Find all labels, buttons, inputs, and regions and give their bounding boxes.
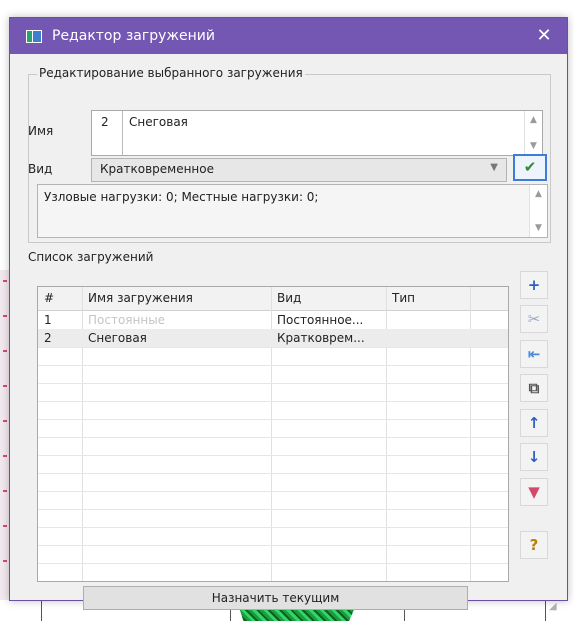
move-up-icon: ↑ bbox=[527, 414, 541, 432]
name-value: Снеговая bbox=[129, 115, 188, 129]
apply-check-button[interactable]: ✔ bbox=[513, 154, 547, 181]
load-info-text: Узловые нагрузки: 0; Местные нагрузки: 0… bbox=[44, 190, 319, 204]
info-scrollbar[interactable]: ▲ ▼ bbox=[529, 185, 547, 237]
scroll-down-icon[interactable]: ▼ bbox=[525, 139, 542, 153]
insert-row-icon: ⇤ bbox=[527, 345, 541, 363]
name-field[interactable]: 2 Снеговая ▲ ▼ bbox=[91, 110, 543, 156]
name-separator bbox=[122, 111, 123, 155]
type-selected-value: Кратковременное bbox=[100, 162, 214, 176]
cut-load-button[interactable]: ✂ bbox=[520, 305, 548, 333]
chevron-down-icon: ▼ bbox=[490, 162, 498, 173]
row-type bbox=[392, 311, 477, 329]
type-label: Вид bbox=[28, 162, 53, 176]
row-divider bbox=[38, 437, 508, 438]
name-number: 2 bbox=[101, 115, 109, 129]
load-info-box: Узловые нагрузки: 0; Местные нагрузки: 0… bbox=[37, 184, 548, 238]
row-divider bbox=[38, 563, 508, 564]
type-dropdown[interactable]: Кратковременное ▼ bbox=[91, 158, 507, 182]
copy-icon: ⧉ bbox=[528, 379, 540, 397]
table-row-selected[interactable]: 2 Снеговая Кратковрем... bbox=[38, 329, 508, 347]
row-kind: Кратковрем... bbox=[277, 331, 365, 345]
cut-icon: ✂ bbox=[527, 310, 541, 328]
help-icon: ? bbox=[529, 536, 539, 554]
resize-grip-icon[interactable]: ◢ bbox=[549, 601, 557, 612]
move-down-icon: ↓ bbox=[527, 448, 541, 466]
title-bar[interactable]: Редактор загружений ✕ bbox=[10, 18, 567, 54]
filter-button[interactable]: ▼ bbox=[520, 478, 548, 506]
row-kind: Постоянное... bbox=[277, 313, 364, 327]
row-name: Постоянные bbox=[88, 313, 166, 327]
load-editor-dialog: Редактор загружений ✕ Редактирование выб… bbox=[9, 17, 568, 612]
help-button[interactable]: ? bbox=[520, 531, 548, 559]
filter-icon: ▼ bbox=[528, 483, 540, 501]
row-divider bbox=[38, 365, 508, 366]
column-header[interactable]: Имя загружения bbox=[88, 287, 268, 310]
add-load-button[interactable]: + bbox=[520, 271, 548, 299]
row-divider bbox=[38, 473, 508, 474]
scroll-up-icon[interactable]: ▲ bbox=[530, 187, 547, 201]
row-divider bbox=[38, 419, 508, 420]
move-down-button[interactable]: ↓ bbox=[520, 443, 548, 471]
add-icon: + bbox=[527, 276, 541, 294]
scroll-down-icon[interactable]: ▼ bbox=[530, 221, 547, 235]
list-group-title: Список загружений bbox=[28, 250, 154, 264]
row-divider bbox=[38, 347, 508, 348]
name-label: Имя bbox=[28, 124, 54, 138]
name-scrollbar[interactable]: ▲ ▼ bbox=[524, 111, 542, 155]
table-header: # Имя загружения Вид Тип bbox=[38, 287, 508, 311]
row-divider bbox=[38, 491, 508, 492]
row-divider bbox=[38, 455, 508, 456]
move-up-button[interactable]: ↑ bbox=[520, 409, 548, 437]
row-type bbox=[392, 329, 477, 347]
loads-table[interactable]: # Имя загружения Вид Тип 1 Постоянные По… bbox=[37, 286, 509, 582]
scroll-up-icon[interactable]: ▲ bbox=[525, 113, 542, 127]
checkmark-icon: ✔ bbox=[523, 158, 537, 176]
table-row[interactable]: 1 Постоянные Постоянное... bbox=[38, 311, 508, 329]
column-header[interactable]: Тип bbox=[392, 287, 477, 310]
row-divider bbox=[38, 545, 508, 546]
row-divider bbox=[38, 401, 508, 402]
assign-current-button[interactable]: Назначить текущим bbox=[83, 586, 468, 610]
column-header[interactable]: Вид bbox=[277, 287, 382, 310]
row-number: 1 bbox=[44, 313, 52, 327]
copy-load-button[interactable]: ⧉ bbox=[520, 374, 548, 402]
window-title: Редактор загружений bbox=[52, 28, 215, 44]
row-divider bbox=[38, 527, 508, 528]
row-name: Снеговая bbox=[88, 331, 147, 345]
row-number: 2 bbox=[44, 331, 52, 345]
app-icon bbox=[26, 29, 42, 43]
insert-load-button[interactable]: ⇤ bbox=[520, 340, 548, 368]
column-header[interactable]: # bbox=[44, 287, 74, 310]
close-button[interactable]: ✕ bbox=[531, 24, 557, 48]
row-divider bbox=[38, 509, 508, 510]
row-divider bbox=[38, 383, 508, 384]
edit-group-title: Редактирование выбранного загружения bbox=[37, 66, 305, 80]
